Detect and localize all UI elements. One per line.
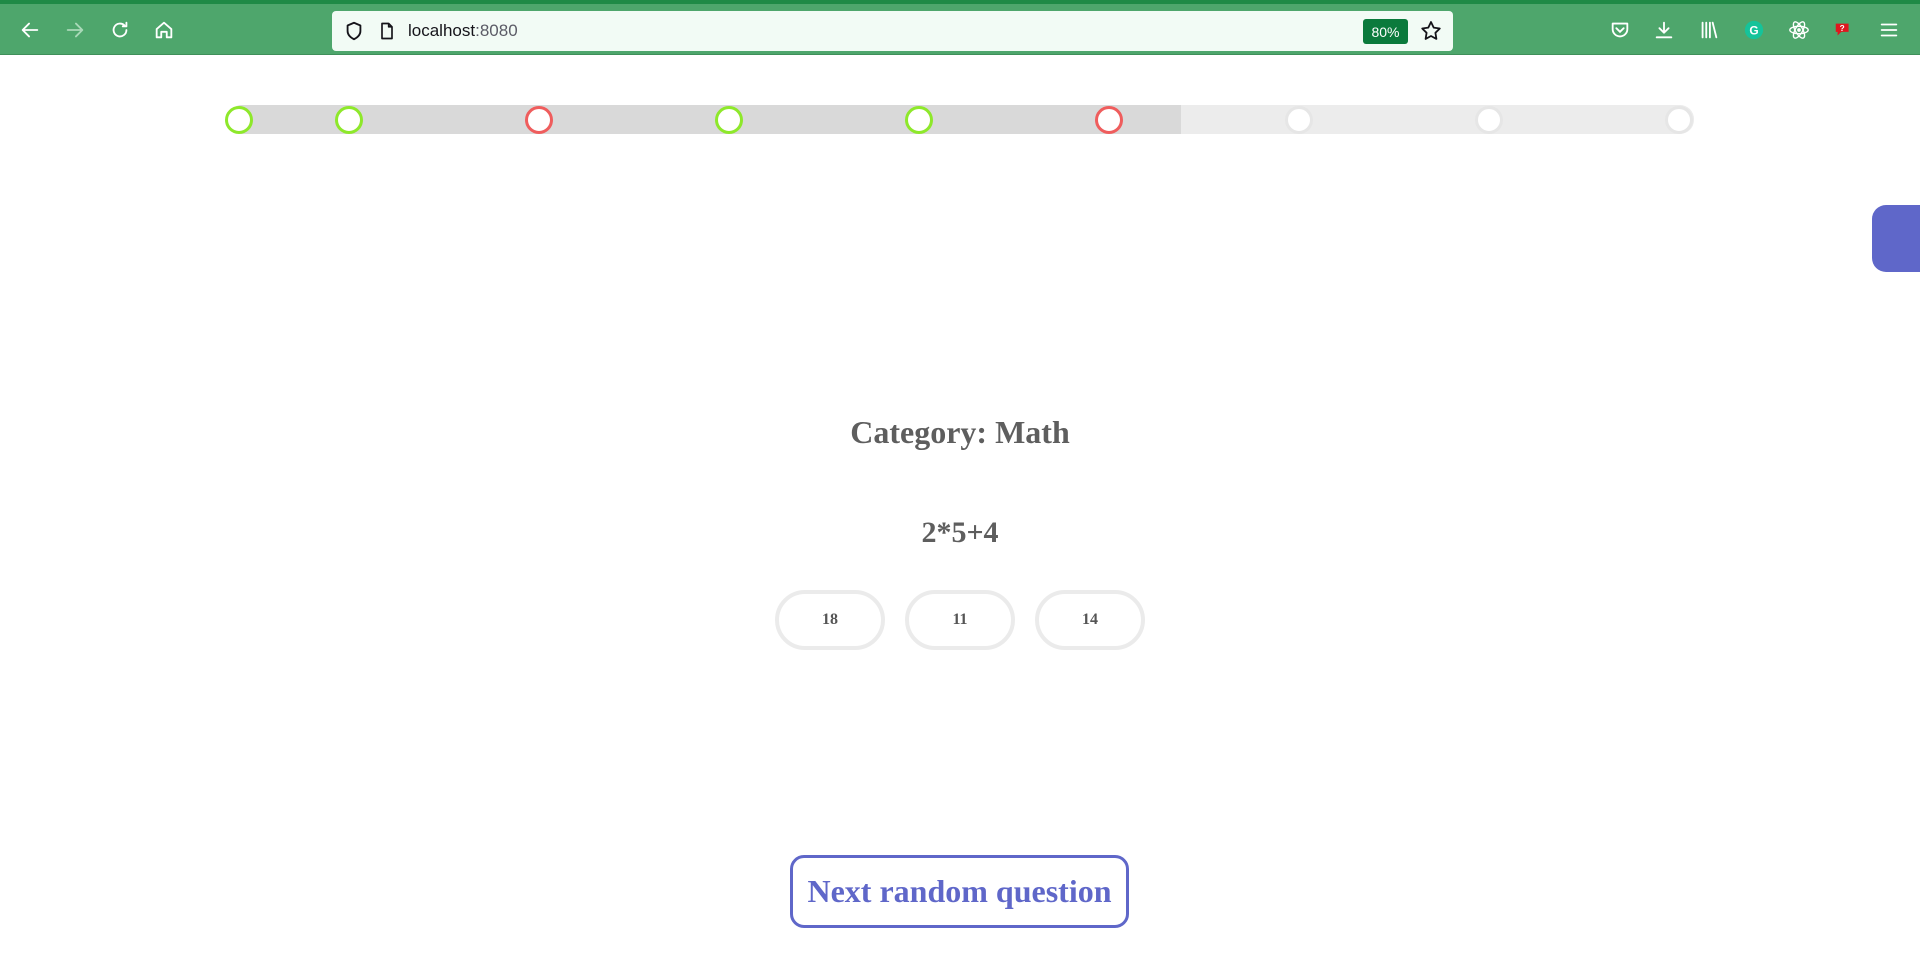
svg-text:G: G: [1749, 24, 1758, 38]
category-label: Category: Math: [850, 414, 1070, 450]
progress-step-correct: [225, 106, 253, 134]
library-icon: [1701, 21, 1718, 39]
extension-button[interactable]: ?: [1831, 17, 1857, 43]
grammarly-button[interactable]: G: [1741, 17, 1767, 43]
answer-button[interactable]: 18: [775, 590, 885, 650]
browser-toolbar: localhost:8080 80% G ?: [0, 0, 1920, 55]
progress-step-pending: [1285, 106, 1313, 134]
progress-step-pending: [1475, 106, 1503, 134]
pocket-icon: [1611, 22, 1629, 38]
progress-step-wrong: [1095, 106, 1123, 134]
star-icon[interactable]: [1419, 19, 1443, 43]
grammarly-icon: G: [1744, 20, 1764, 40]
answer-options: 18 11 14: [0, 590, 1920, 650]
progress-step-correct: [715, 106, 743, 134]
pocket-button[interactable]: [1607, 17, 1633, 43]
progress-step-correct: [335, 106, 363, 134]
next-question-button[interactable]: Next random question: [790, 855, 1129, 928]
progress-step-wrong: [525, 106, 553, 134]
library-button[interactable]: [1696, 17, 1722, 43]
side-panel-tab[interactable]: [1872, 205, 1920, 272]
progress-step-pending: [1665, 106, 1693, 134]
reload-button[interactable]: [102, 12, 138, 48]
home-button[interactable]: [146, 12, 182, 48]
shield-icon[interactable]: [343, 20, 365, 42]
svg-text:?: ?: [1840, 24, 1845, 33]
answer-button[interactable]: 11: [905, 590, 1015, 650]
back-icon: [21, 22, 39, 38]
question-text: 2*5+4: [921, 516, 999, 549]
menu-icon: [1880, 23, 1898, 37]
forward-icon: [66, 22, 84, 38]
progress-step-correct: [905, 106, 933, 134]
address-bar[interactable]: localhost:8080 80%: [332, 11, 1453, 51]
zoom-badge[interactable]: 80%: [1363, 19, 1408, 44]
extension-icon: ?: [1835, 23, 1849, 36]
react-devtools-button[interactable]: [1786, 17, 1812, 43]
forward-button[interactable]: [57, 12, 93, 48]
progress-fill: [228, 105, 1181, 134]
url-text[interactable]: localhost:8080: [408, 21, 518, 41]
url-host: localhost: [408, 21, 476, 40]
menu-button[interactable]: [1876, 17, 1902, 43]
reload-icon: [112, 21, 128, 38]
react-devtools-icon: [1789, 21, 1809, 39]
back-button[interactable]: [12, 12, 48, 48]
page-icon[interactable]: [377, 21, 397, 41]
answer-button[interactable]: 14: [1035, 590, 1145, 650]
home-icon: [155, 21, 173, 39]
url-port: :8080: [475, 21, 518, 40]
download-icon: [1655, 21, 1673, 39]
downloads-button[interactable]: [1651, 17, 1677, 43]
